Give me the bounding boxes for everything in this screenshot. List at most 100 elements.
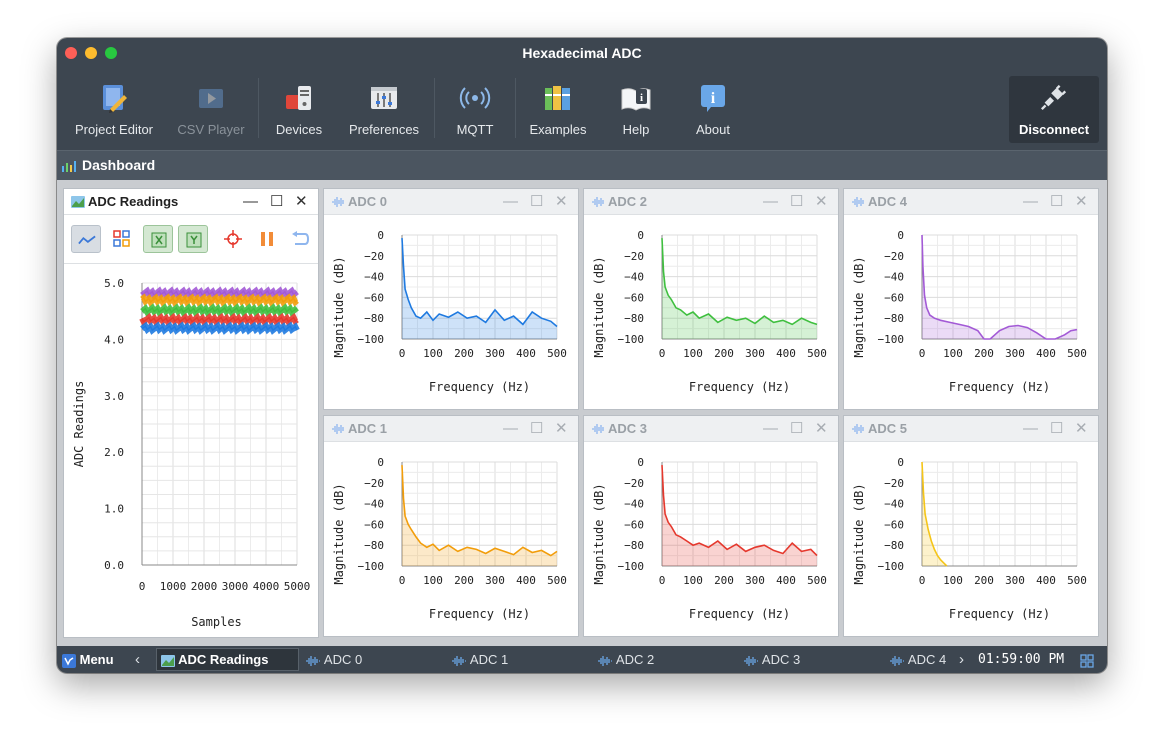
- examples-button[interactable]: Examples: [521, 68, 595, 150]
- maximize-icon[interactable]: ☐: [530, 189, 543, 215]
- y-axis-title: Magnitude (dB): [332, 256, 346, 357]
- y-tick-label: −100: [358, 560, 385, 573]
- toolbar-separator: [434, 78, 435, 138]
- fft-chart: 0 −20 −40 −60 −80 −100 0 100 200 300 400 500 Frequen…: [332, 229, 567, 394]
- y-tick-label: −60: [364, 518, 384, 531]
- reset-icon[interactable]: [291, 231, 309, 247]
- panel-title: ADC Readings: [88, 194, 179, 209]
- taskbar-item-adc2[interactable]: ADC 2: [597, 646, 654, 673]
- project-editor-button[interactable]: Project Editor: [65, 68, 163, 150]
- examples-books-icon: [545, 86, 570, 110]
- pause-icon[interactable]: [259, 231, 275, 247]
- close-window-button[interactable]: [65, 47, 77, 59]
- panel-header: ADC 3 — ☐ ✕: [584, 416, 838, 442]
- y-tick-label: −80: [624, 539, 644, 552]
- minimize-icon[interactable]: —: [763, 189, 778, 215]
- panel-title: ADC 1: [348, 421, 388, 436]
- taskbar-item-adc3[interactable]: ADC 3: [743, 646, 800, 673]
- minimize-icon[interactable]: —: [503, 416, 518, 442]
- project-editor-label: Project Editor: [74, 122, 154, 137]
- line-view-button[interactable]: [71, 225, 101, 253]
- taskbar-item-adc0[interactable]: ADC 0: [305, 646, 362, 673]
- menu-button[interactable]: Menu: [62, 646, 114, 673]
- close-icon[interactable]: ✕: [815, 416, 828, 442]
- close-icon[interactable]: ✕: [1075, 416, 1088, 442]
- close-icon[interactable]: ✕: [295, 189, 308, 215]
- mqtt-broadcast-icon: [459, 87, 491, 109]
- minimize-icon[interactable]: —: [503, 189, 518, 215]
- preferences-icon: [371, 87, 397, 109]
- y-tick-label: 0: [897, 456, 904, 469]
- waveform-icon: [744, 655, 758, 666]
- x-axis-title: Frequency (Hz): [949, 607, 1050, 621]
- x-tick-label: 200: [974, 574, 994, 587]
- minimize-icon[interactable]: —: [243, 189, 258, 215]
- x-tick-label: 300: [1005, 574, 1025, 587]
- adc3-panel: ADC 3 — ☐ ✕ 0 −20 −40 −60 −80 −100 0 100 200 300 400 50…: [583, 415, 839, 637]
- x-tick-label: 400: [776, 574, 796, 587]
- plot-icon: [161, 654, 175, 667]
- devices-button[interactable]: Devices: [263, 68, 335, 150]
- csv-player-button[interactable]: CSV Player: [167, 68, 255, 150]
- minimize-icon[interactable]: —: [763, 416, 778, 442]
- close-icon[interactable]: ✕: [815, 189, 828, 215]
- grid-icon[interactable]: [113, 230, 131, 248]
- y-tick-label: −80: [624, 312, 644, 325]
- chevron-left-icon[interactable]: ‹: [135, 646, 140, 673]
- minimize-icon[interactable]: —: [1023, 189, 1038, 215]
- taskbar-item-label: ADC 0: [323, 652, 363, 667]
- y-tick-label: 0: [637, 456, 644, 469]
- x-tick-label: 0: [919, 347, 926, 360]
- layout-grid-icon[interactable]: [1080, 646, 1094, 673]
- help-button[interactable]: i Help: [602, 68, 670, 150]
- fft-chart: 0 −20 −40 −60 −80 −100 0 100 200 300 400 500 Frequen…: [852, 229, 1087, 394]
- close-icon[interactable]: ✕: [1075, 189, 1088, 215]
- preferences-button[interactable]: Preferences: [341, 68, 427, 150]
- taskbar-item-adc1[interactable]: ADC 1: [451, 646, 508, 673]
- disconnect-button[interactable]: Disconnect: [1009, 76, 1099, 143]
- waveform-icon: [598, 655, 612, 666]
- maximize-icon[interactable]: ☐: [1050, 416, 1063, 442]
- close-icon[interactable]: ✕: [555, 416, 568, 442]
- zoom-window-button[interactable]: [105, 47, 117, 59]
- dashboard-label: Dashboard: [82, 157, 156, 173]
- adc0-panel: ADC 0 — ☐ ✕ 0 −20 −40 −60 −80 −100 0 100 200 300 400 50…: [323, 188, 579, 410]
- waveform-icon: [890, 655, 904, 666]
- y-tick-label: 1.0: [104, 503, 124, 516]
- crosshair-icon[interactable]: [223, 229, 243, 249]
- y-axis-title: Magnitude (dB): [852, 483, 866, 584]
- x-tick-label: 500: [807, 347, 827, 360]
- x-axis-title: Samples: [191, 615, 242, 629]
- x-tick-label: 0: [659, 347, 666, 360]
- x-tick-label: 500: [547, 574, 567, 587]
- y-tick-label: 0: [637, 229, 644, 242]
- chevron-right-icon[interactable]: ›: [959, 646, 964, 673]
- maximize-icon[interactable]: ☐: [790, 416, 803, 442]
- mqtt-button[interactable]: MQTT: [439, 68, 511, 150]
- title-bar: Hexadecimal ADC: [57, 38, 1107, 68]
- close-icon[interactable]: ✕: [555, 189, 568, 215]
- taskbar-item-adc-readings[interactable]: ADC Readings: [156, 648, 299, 671]
- x-tick-label: 3000: [222, 580, 249, 593]
- x-tick-label: 100: [683, 574, 703, 587]
- window-title: Hexadecimal ADC: [522, 45, 642, 61]
- examples-label: Examples: [529, 122, 587, 137]
- x-tick-label: 4000: [253, 580, 280, 593]
- maximize-icon[interactable]: ☐: [530, 416, 543, 442]
- panel-title: ADC 2: [608, 194, 648, 209]
- y-axis-title: ADC Readings: [72, 381, 86, 468]
- panel-header: ADC 4 — ☐ ✕: [844, 189, 1098, 215]
- minimize-icon[interactable]: —: [1023, 416, 1038, 442]
- maximize-icon[interactable]: ☐: [270, 189, 283, 215]
- about-button[interactable]: i About: [679, 68, 747, 150]
- x-tick-label: 2000: [191, 580, 218, 593]
- maximize-icon[interactable]: ☐: [790, 189, 803, 215]
- x-tick-label: 100: [943, 574, 963, 587]
- x-axis-toggle[interactable]: [143, 225, 173, 253]
- taskbar-item-adc4[interactable]: ADC 4: [889, 646, 946, 673]
- x-tick-label: 0: [139, 580, 146, 593]
- plot-icon: [71, 196, 85, 208]
- minimize-window-button[interactable]: [85, 47, 97, 59]
- maximize-icon[interactable]: ☐: [1050, 189, 1063, 215]
- y-axis-toggle[interactable]: [178, 225, 208, 253]
